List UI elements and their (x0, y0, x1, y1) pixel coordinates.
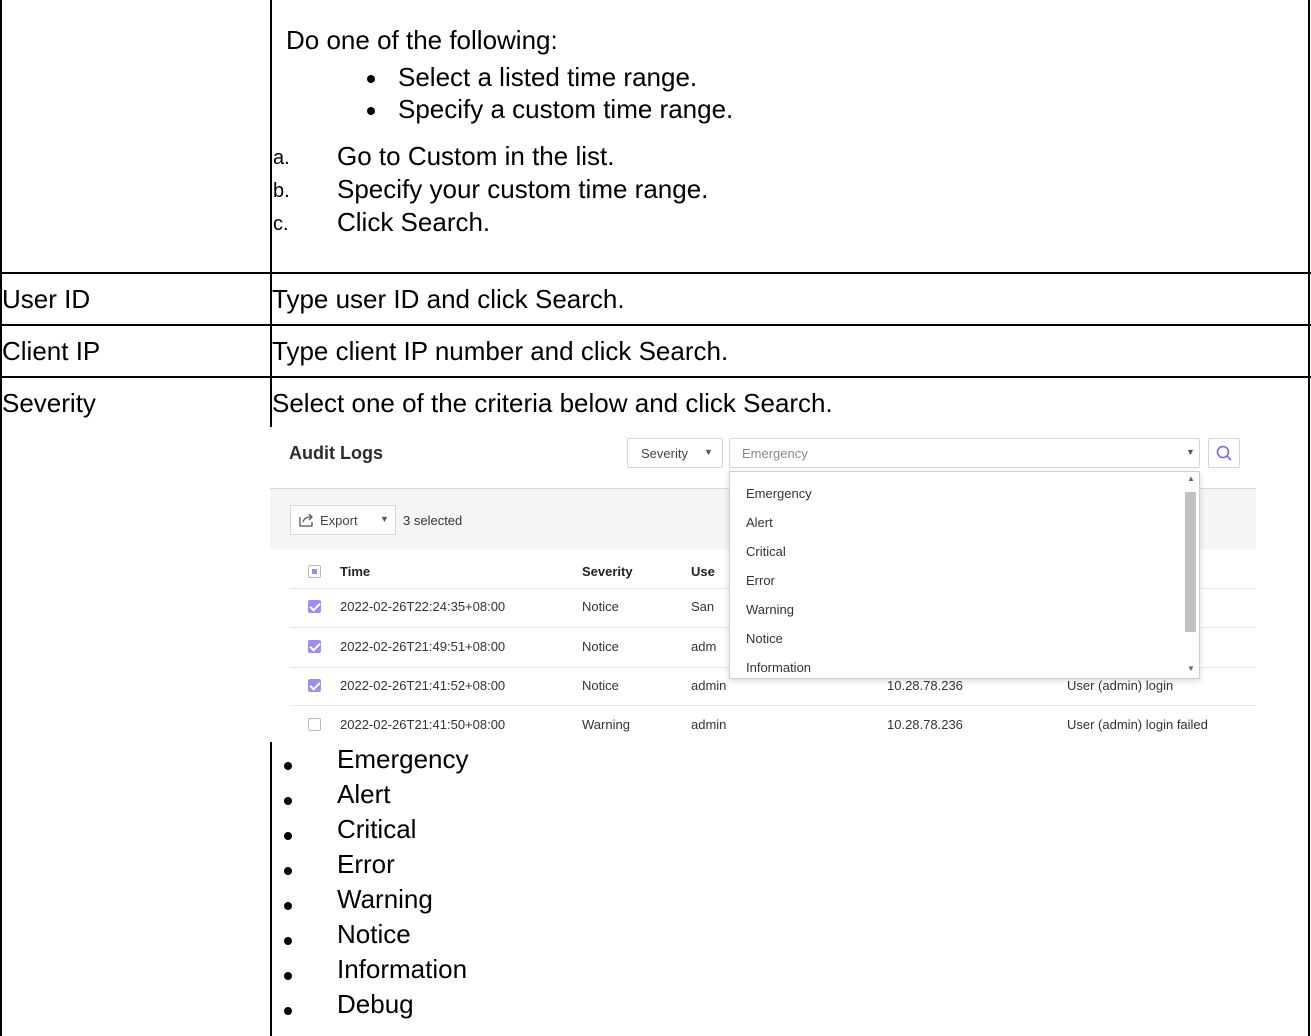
bullet-icon (284, 1007, 292, 1015)
document-table: Do one of the following: Select a listed… (0, 0, 1311, 1036)
bullet-icon (284, 972, 292, 980)
row-checkbox[interactable] (308, 600, 321, 613)
bullet-icon (367, 107, 375, 115)
dropdown-option[interactable]: Critical (746, 544, 786, 559)
table-border-left (0, 0, 2, 1036)
cell-message: User (admin) login failed (1067, 717, 1208, 732)
selected-count: 3 selected (403, 513, 463, 528)
row-checkbox[interactable] (308, 718, 321, 731)
step-text: Specify your custom time range. (337, 174, 709, 204)
filter-field-select[interactable]: Severity ▼ (627, 438, 723, 468)
cell-severity: Notice (582, 599, 619, 614)
dropdown-scrollbar[interactable]: ▲ ▼ (1183, 472, 1199, 678)
dropdown-option[interactable]: Warning (746, 602, 794, 617)
search-icon (1216, 445, 1232, 461)
caret-down-icon: ▼ (704, 447, 713, 457)
step-letter: a. (273, 147, 290, 169)
export-label: Export (320, 513, 358, 528)
bullet-icon (284, 902, 292, 910)
severity-value: Emergency (742, 446, 808, 461)
dropdown-option[interactable]: Alert (746, 515, 773, 530)
cell-user: adm (691, 639, 717, 654)
row1-bullet: Select a listed time range. (398, 62, 698, 92)
bullet-icon (284, 762, 292, 770)
cell-ip: 10.28.78.236 (887, 678, 963, 693)
severity-bullet: Debug (337, 989, 414, 1019)
severity-value-select[interactable]: Emergency ▼ (729, 438, 1200, 468)
row-text-client-ip: Type client IP number and click Search. (272, 336, 729, 366)
dropdown-option[interactable]: Error (746, 573, 775, 588)
row1-intro: Do one of the following: (286, 25, 558, 55)
severity-bullet: Warning (337, 884, 433, 914)
cell-user: San (691, 599, 715, 614)
row-checkbox[interactable] (308, 640, 321, 653)
step-letter: b. (273, 180, 290, 202)
bullet-icon (284, 937, 292, 945)
scroll-down-icon[interactable]: ▼ (1187, 664, 1195, 673)
cell-severity: Notice (582, 639, 619, 654)
cell-user: admin (691, 717, 727, 732)
caret-down-icon: ▼ (380, 514, 389, 524)
cell-time: 2022-02-26T21:49:51+08:00 (340, 639, 506, 654)
filter-field-label: Severity (641, 446, 688, 461)
dropdown-option[interactable]: Information (746, 660, 811, 675)
row-label-user-id: User ID (2, 284, 91, 314)
scroll-up-icon[interactable]: ▲ (1187, 474, 1195, 483)
step-text: Click Search. (337, 207, 491, 237)
column-header-severity: Severity (582, 564, 633, 579)
cell-severity: Notice (582, 678, 619, 693)
step-letter: c. (273, 213, 289, 235)
export-button[interactable]: Export ▼ (290, 505, 396, 535)
severity-bullet: Alert (337, 779, 391, 809)
cell-user: admin (691, 678, 727, 693)
cell-time: 2022-02-26T21:41:50+08:00 (340, 717, 506, 732)
select-all-checkbox[interactable] (308, 565, 321, 578)
severity-bullet: Information (337, 954, 468, 984)
bullet-icon (284, 867, 292, 875)
dropdown-option[interactable]: Notice (746, 631, 783, 646)
cell-severity: Warning (582, 717, 630, 732)
scrollbar-thumb[interactable] (1185, 492, 1196, 632)
row-text-severity: Select one of the criteria below and cli… (272, 388, 833, 418)
cell-message: User (admin) login (1067, 678, 1174, 693)
table-border-row3-bottom (0, 376, 1311, 378)
audit-logs-screenshot: Audit Logs Severity ▼ Emergency ▼ Export… (270, 427, 1256, 742)
caret-down-icon: ▼ (1186, 447, 1195, 457)
bullet-icon (284, 797, 292, 805)
step-text: Go to Custom in the list. (337, 141, 615, 171)
row-divider (290, 705, 1256, 706)
cell-time: 2022-02-26T21:41:52+08:00 (340, 678, 506, 693)
bullet-icon (367, 75, 375, 83)
dropdown-option[interactable]: Emergency (746, 486, 812, 501)
column-header-user: Use (691, 564, 715, 579)
search-button[interactable] (1208, 438, 1240, 468)
table-border-right (1308, 0, 1310, 1036)
row1-bullet: Specify a custom time range. (398, 94, 734, 124)
severity-bullet: Error (337, 849, 395, 879)
severity-dropdown-list: Emergency Alert Critical Error Warning N… (729, 471, 1200, 679)
cell-time: 2022-02-26T22:24:35+08:00 (340, 599, 506, 614)
row-label-severity: Severity (2, 388, 96, 418)
export-icon (299, 513, 313, 527)
table-border-row2-bottom (0, 324, 1311, 326)
severity-bullet: Emergency (337, 744, 469, 774)
row-text-user-id: Type user ID and click Search. (272, 284, 625, 314)
audit-logs-title: Audit Logs (289, 443, 383, 463)
severity-bullet: Critical (337, 814, 417, 844)
bullet-icon (284, 832, 292, 840)
row-checkbox[interactable] (308, 679, 321, 692)
column-header-time: Time (340, 564, 371, 579)
severity-bullet: Notice (337, 919, 411, 949)
cell-ip: 10.28.78.236 (887, 717, 963, 732)
row-label-client-ip: Client IP (2, 336, 101, 366)
table-border-row1-bottom (0, 272, 1311, 274)
